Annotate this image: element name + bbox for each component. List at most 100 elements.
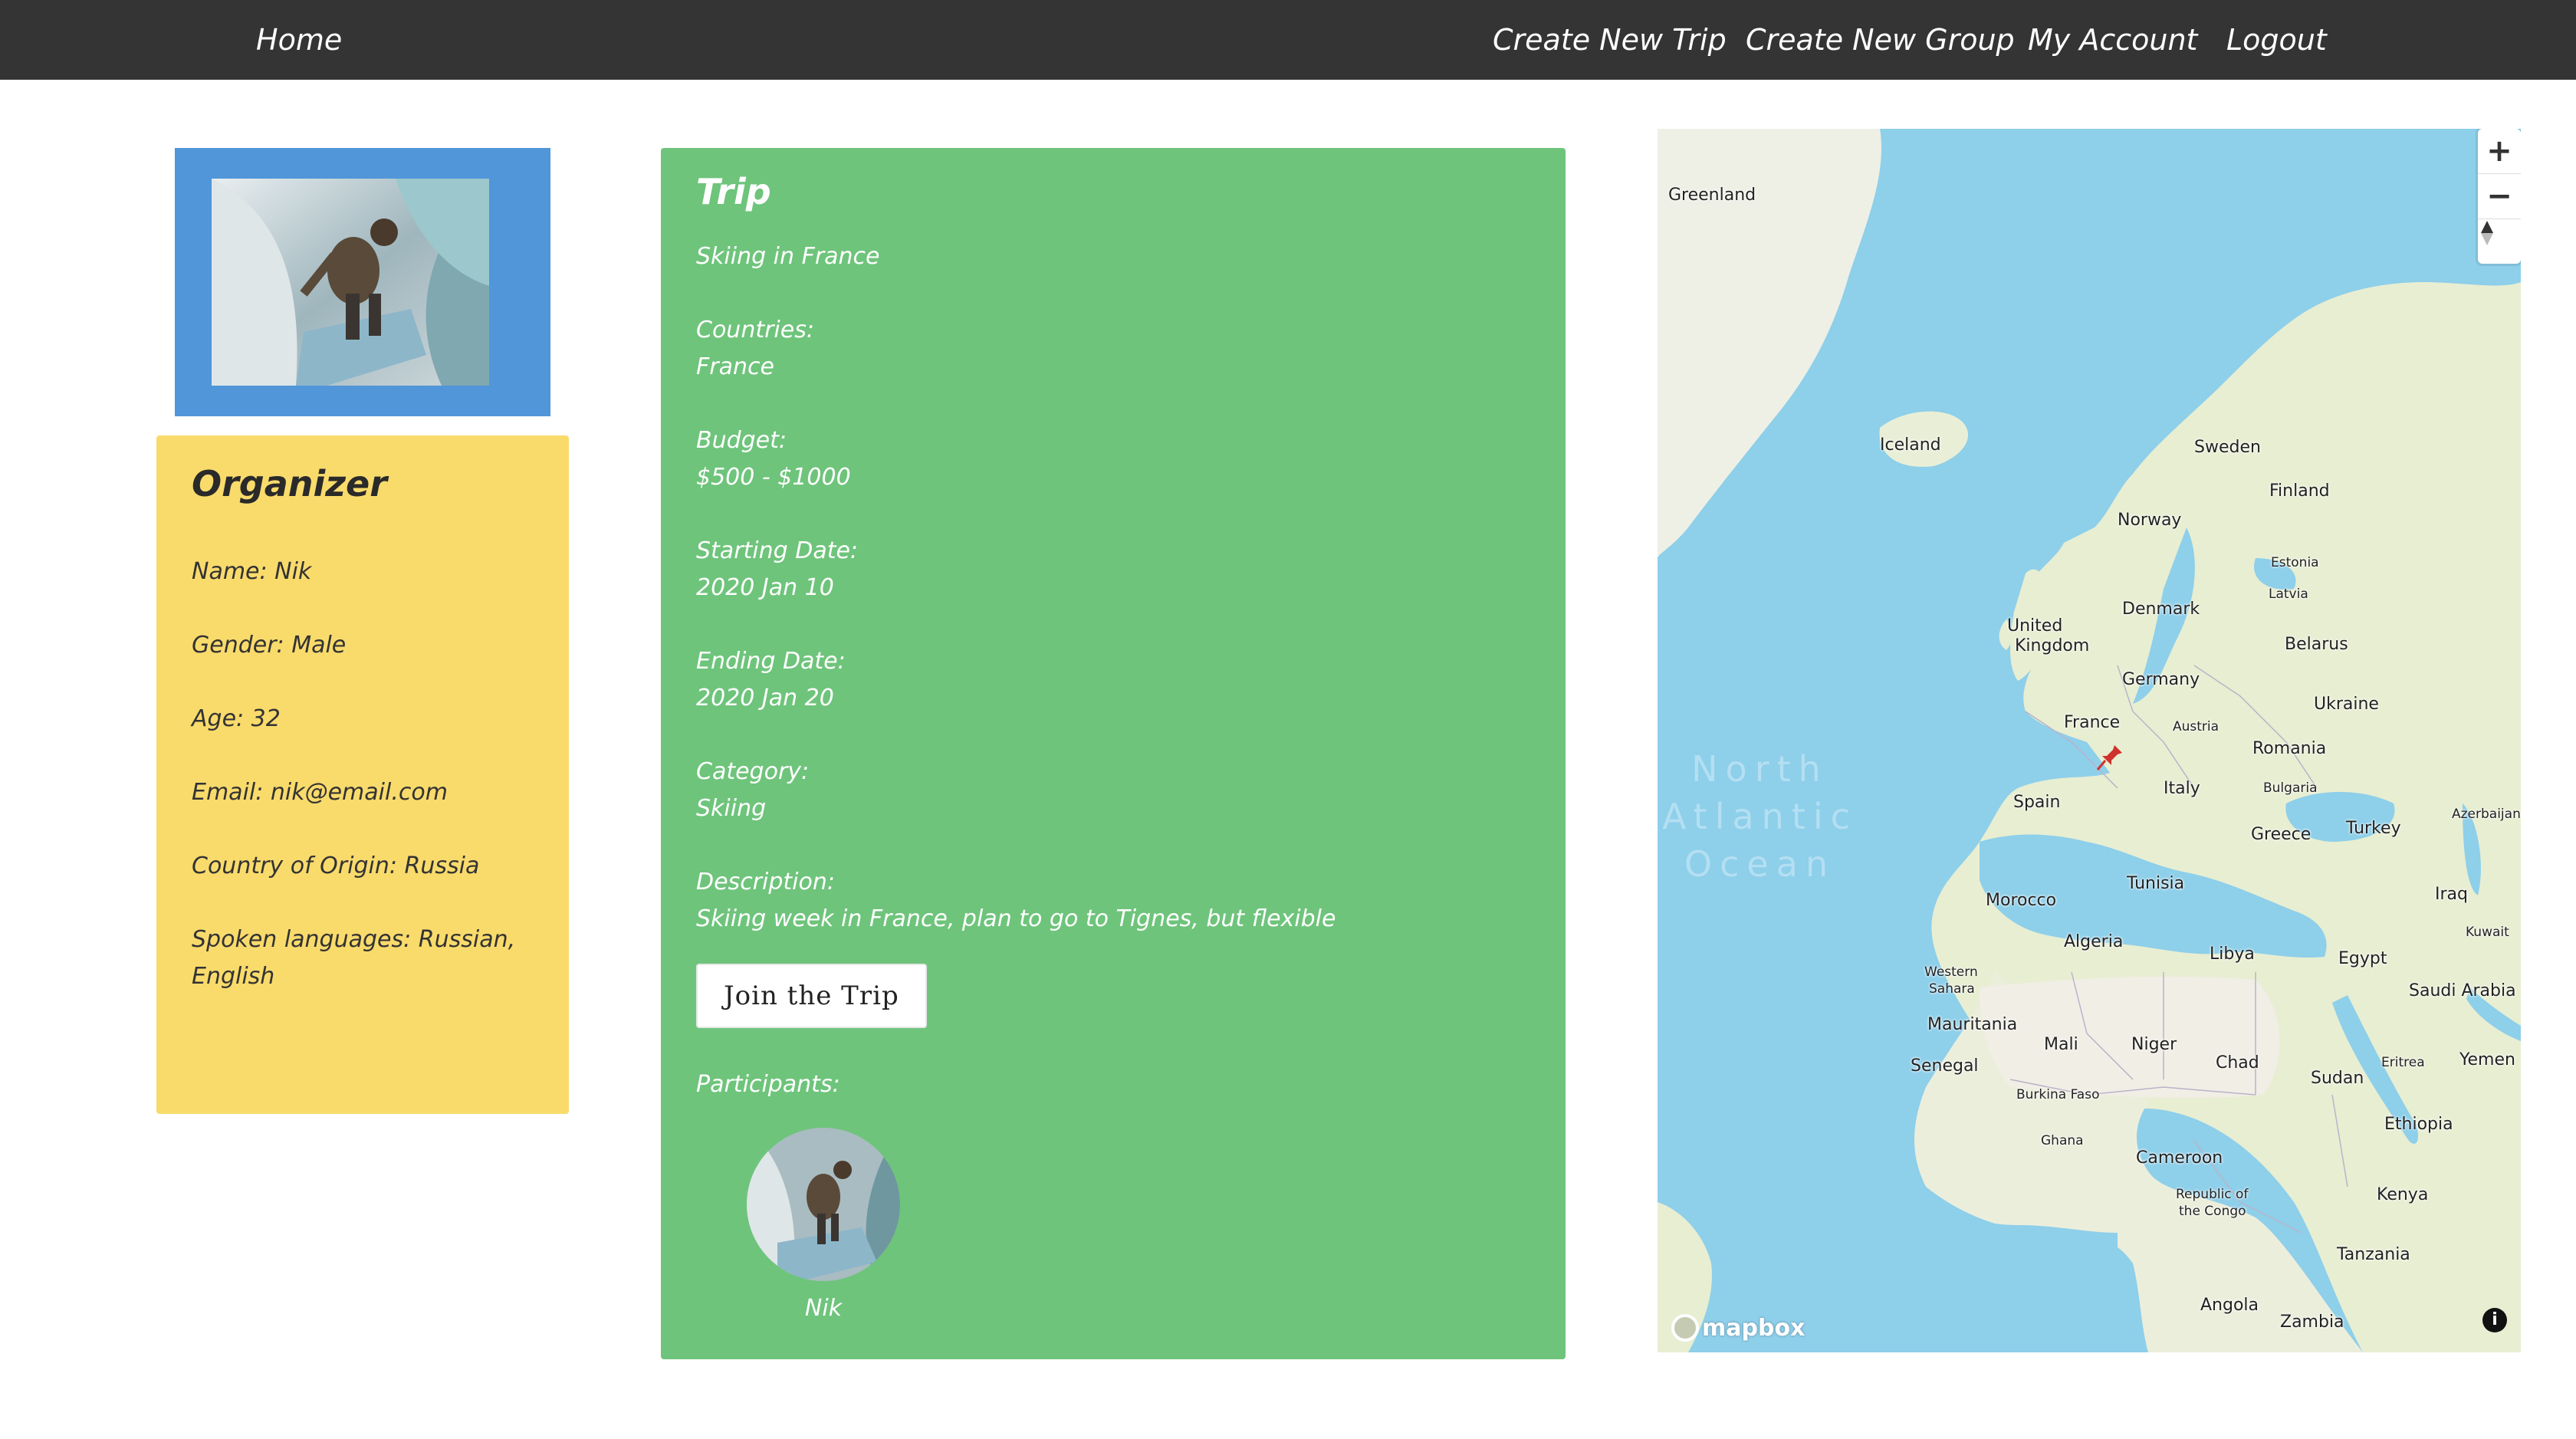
map-label-kuwait: Kuwait [2466,925,2509,940]
map-label-bulgaria: Bulgaria [2263,780,2318,796]
ocean-line-2: Atlantic [1662,796,1858,837]
map-label-senegal: Senegal [1911,1056,1979,1076]
map-label-latvia: Latvia [2269,586,2308,602]
trip-end-date: 2020 Jan 20 [696,685,834,711]
map-label-turkey: Turkey [2346,819,2401,838]
map-label-ethiopia: Ethiopia [2384,1115,2453,1134]
trip-start-date: 2020 Jan 10 [696,574,834,601]
map-label-greece: Greece [2251,825,2312,844]
mapbox-logo-icon [1671,1314,1699,1342]
organizer-gender: Gender: Male [192,632,347,659]
participant-name[interactable]: Nik [747,1290,900,1327]
map-label-eritrea: Eritrea [2381,1055,2425,1070]
map-label-congo-1: Republic of [2176,1187,2249,1202]
map-label-uk-line2: Kingdom [2015,636,2090,655]
map-land-layer [1658,129,2521,1352]
map-label-mauritania: Mauritania [1927,1015,2018,1034]
map-label-romania: Romania [2252,739,2327,758]
trip-card: Trip Skiing in France Countries: France … [661,148,1566,1359]
organizer-card: Organizer Name: Nik Gender: Male Age: 32… [156,435,569,1114]
zoom-out-icon[interactable]: − [2478,174,2521,219]
map-label-morocco: Morocco [1986,891,2057,910]
map-label-belarus: Belarus [2285,635,2348,654]
map-label-sweden: Sweden [2194,438,2261,457]
participants-label: Participants: [696,1071,840,1098]
organizer-email: Email: nik@email.com [192,779,448,806]
map-label-iraq: Iraq [2435,885,2468,904]
nav-logout-link[interactable]: Logout [2226,18,2327,61]
map-label-kenya: Kenya [2377,1185,2429,1204]
trip-end-label: Ending Date: [696,648,846,675]
map-label-niger: Niger [2131,1035,2177,1054]
map-label-estonia: Estonia [2271,555,2319,570]
map-label-mali: Mali [2044,1035,2078,1054]
mapbox-logo-text: mapbox [1702,1314,1806,1342]
map-label-germany: Germany [2122,670,2200,689]
map-label-italy: Italy [2164,779,2200,798]
map-zoom-controls: + − [2478,129,2521,264]
mapbox-logo: mapbox [1671,1314,1805,1342]
organizer-country: Country of Origin: Russia [192,853,480,879]
trip-description-label: Description: [696,869,835,895]
map-label-tanzania: Tanzania [2337,1245,2410,1264]
ocean-line-3: Ocean [1684,843,1836,885]
map-label-uk-line1: United [2007,616,2063,636]
map-label-france: France [2064,713,2121,732]
map-label-congo-2: the Congo [2179,1204,2246,1219]
nav-my-account-link[interactable]: My Account [2028,18,2197,61]
organizer-languages: Spoken languages: Russian, English [192,926,516,990]
map-label-libya: Libya [2210,945,2255,964]
map-label-north-atlantic-ocean: North Atlantic Ocean [1662,745,1858,888]
map-label-egypt: Egypt [2338,949,2387,968]
map-label-norway: Norway [2118,511,2182,530]
map-label-western-sahara-1: Western [1924,964,1978,980]
map-label-cameroon: Cameroon [2136,1148,2223,1168]
map-label-chad: Chad [2216,1053,2259,1073]
trip-countries-label: Countries: [696,317,814,343]
participant-avatar[interactable] [747,1128,900,1281]
map-label-saudi-arabia: Saudi Arabia [2409,981,2516,1000]
nav-create-trip-link[interactable]: Create New Trip [1493,18,1727,61]
trip-name: Skiing in France [696,243,880,270]
trip-map[interactable]: Greenland Iceland Sweden Finland Norway … [1658,129,2521,1352]
trip-start-label: Starting Date: [696,537,859,564]
map-info-icon[interactable]: i [2482,1308,2507,1332]
map-label-yemen: Yemen [2459,1050,2515,1069]
trip-budget: $500 - $1000 [696,464,851,491]
trip-countries: France [696,353,774,380]
map-label-tunisia: Tunisia [2127,874,2185,893]
participant-item[interactable]: Nik [747,1128,900,1327]
top-navbar: Home Create New Trip Create New Group My… [0,0,2576,80]
join-trip-button[interactable]: Join the Trip [696,964,927,1028]
map-label-ukraine: Ukraine [2314,695,2379,714]
map-label-greenland: Greenland [1668,186,1756,205]
map-label-iceland: Iceland [1880,435,1941,455]
map-label-zambia: Zambia [2280,1313,2344,1332]
trip-title: Trip [696,171,771,212]
map-label-denmark: Denmark [2122,600,2200,619]
map-marker-pin-icon[interactable] [2095,742,2125,773]
compass-reset-icon[interactable] [2478,219,2521,264]
trip-category-label: Category: [696,758,810,785]
map-label-spain: Spain [2013,793,2061,812]
map-label-western-sahara-2: Sahara [1929,981,1975,997]
organizer-age: Age: 32 [192,705,281,732]
trip-budget-label: Budget: [696,427,787,454]
trip-category: Skiing [696,795,767,822]
organizer-title: Organizer [192,463,387,504]
trip-description: Skiing week in France, plan to go to Tig… [696,905,1336,932]
map-label-austria: Austria [2173,719,2220,734]
organizer-photo [212,179,489,386]
nav-home-link[interactable]: Home [256,18,342,61]
map-label-azerbaijan: Azerbaijan [2452,807,2521,822]
organizer-name: Name: Nik [192,558,312,585]
zoom-in-icon[interactable]: + [2478,129,2521,174]
map-label-angola: Angola [2200,1296,2259,1315]
map-label-ghana: Ghana [2041,1133,2084,1148]
nav-create-group-link[interactable]: Create New Group [1746,18,2015,61]
map-label-sudan: Sudan [2311,1069,2364,1088]
organizer-photo-card [175,148,550,416]
map-label-algeria: Algeria [2064,932,2124,951]
map-label-finland: Finland [2269,481,2330,501]
map-label-burkina-faso: Burkina Faso [2016,1087,2100,1102]
